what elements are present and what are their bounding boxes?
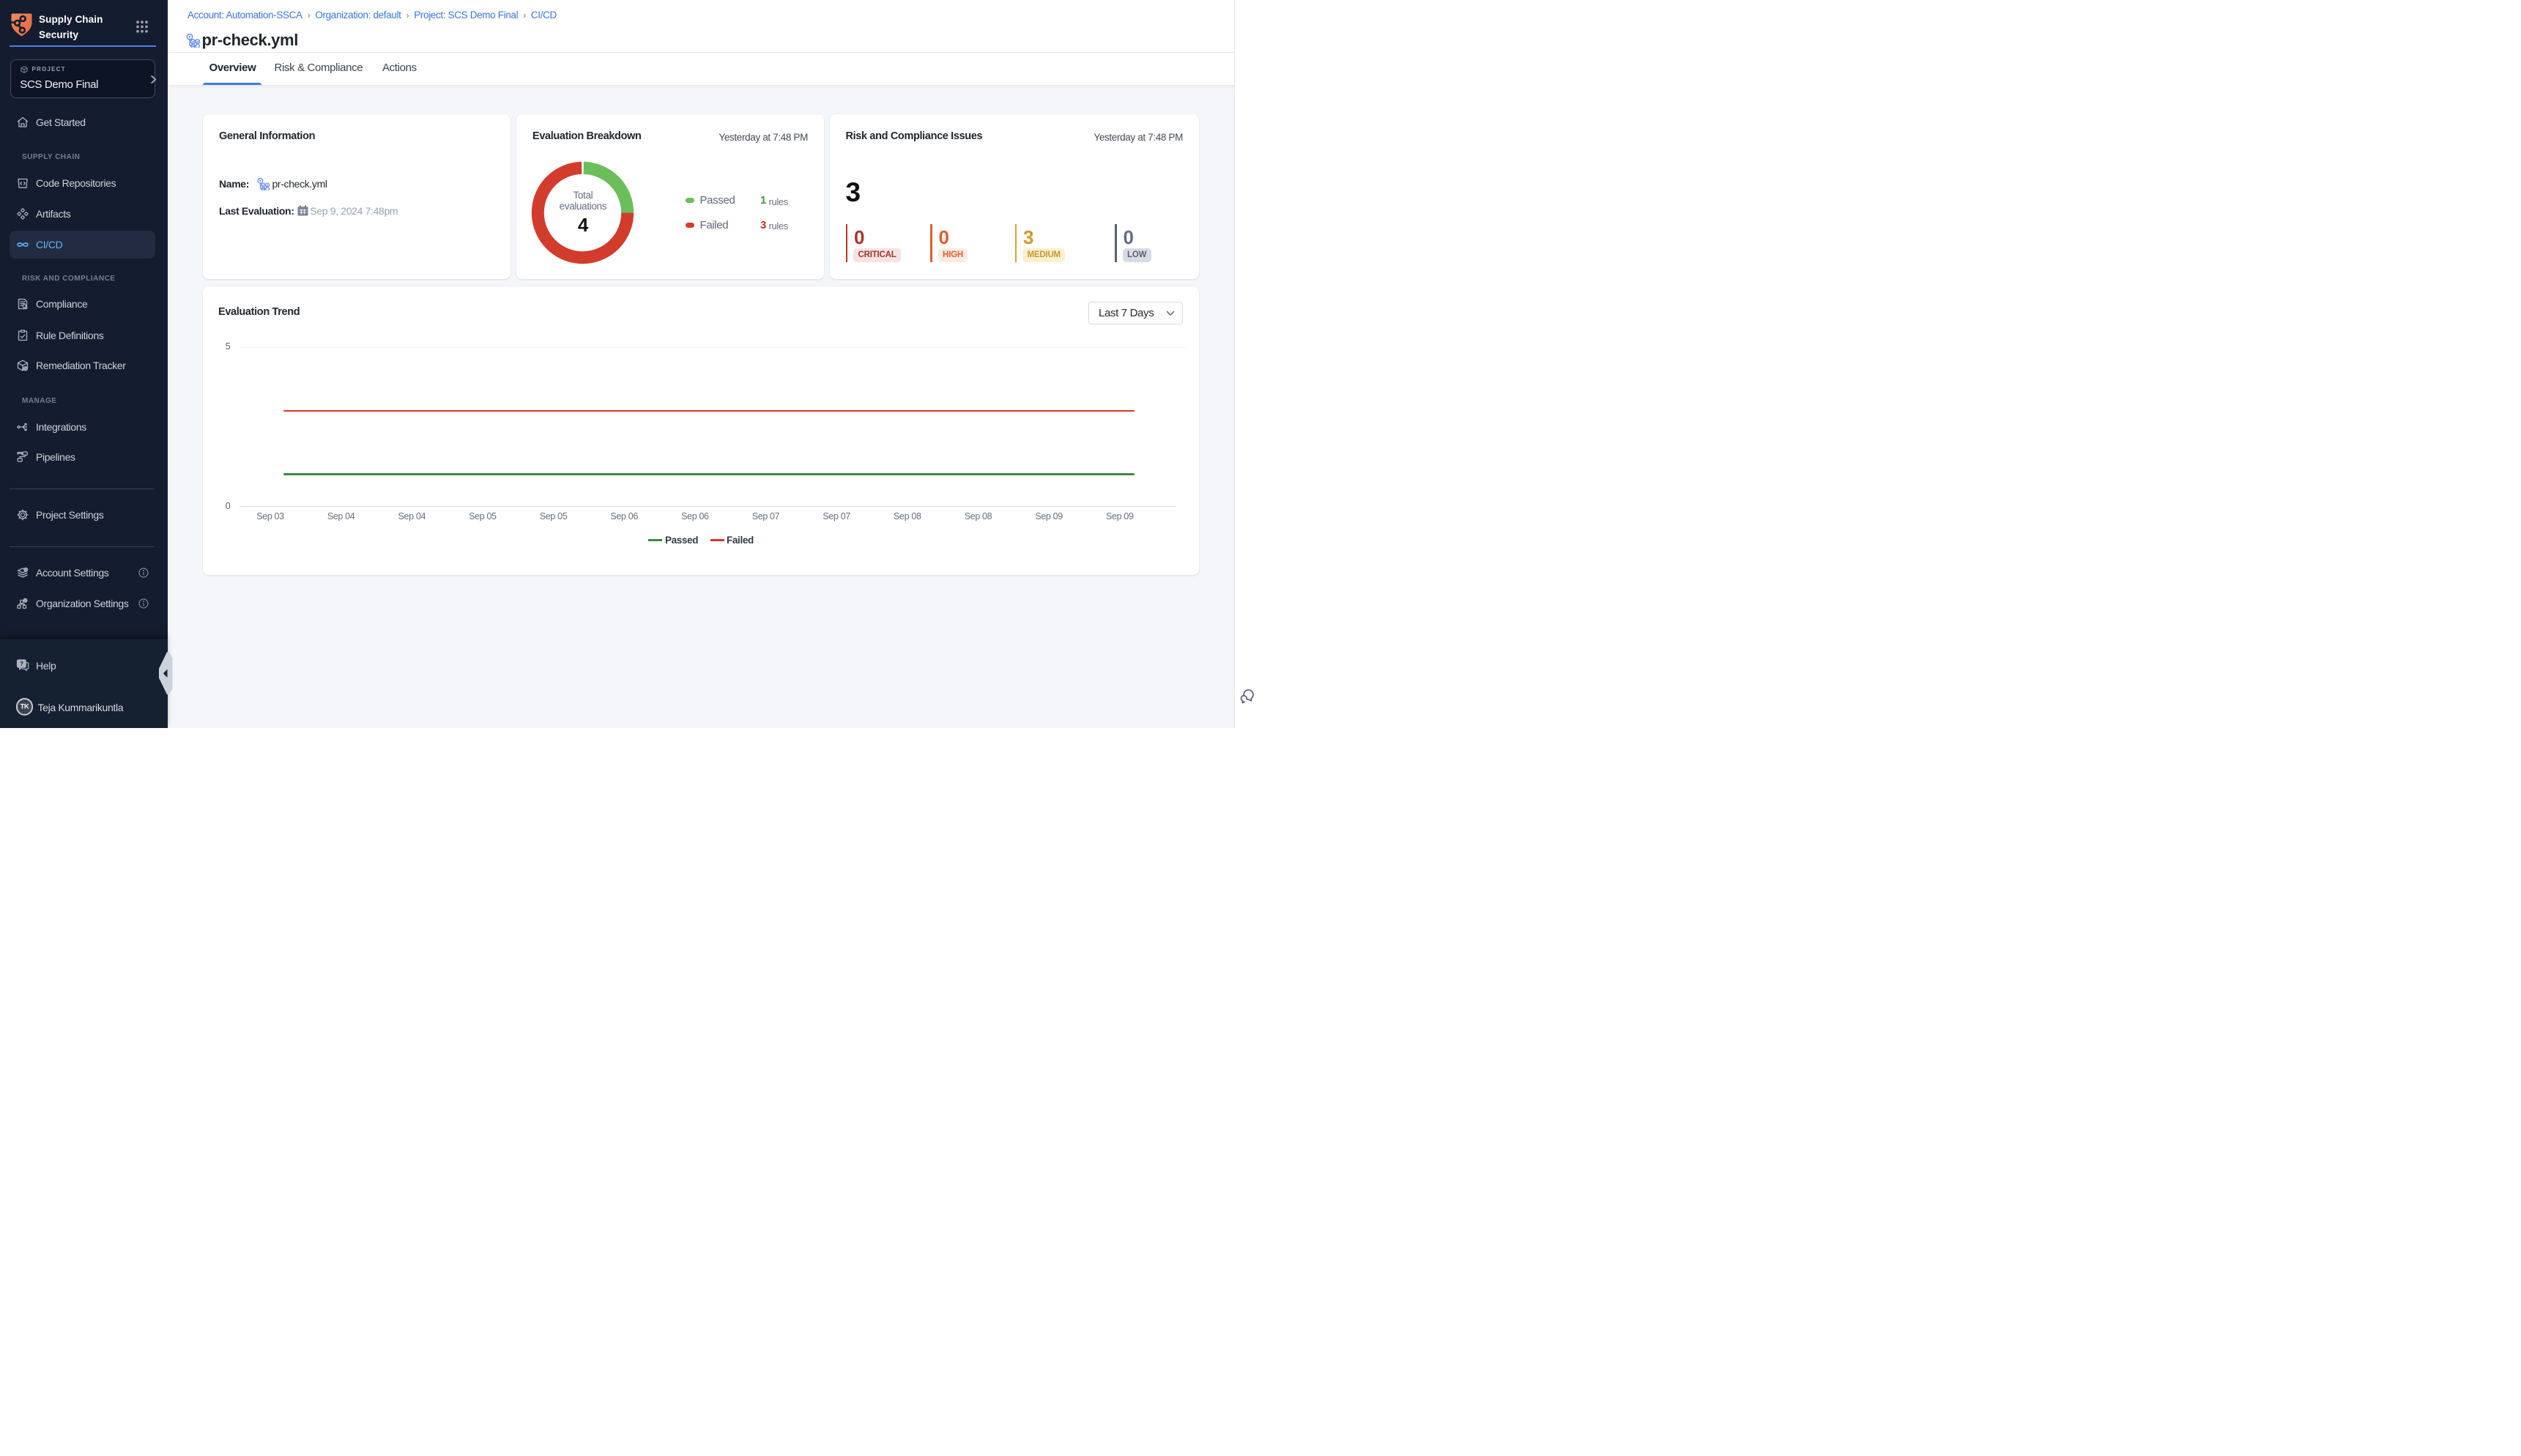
svg-text:?: ? <box>20 661 23 667</box>
